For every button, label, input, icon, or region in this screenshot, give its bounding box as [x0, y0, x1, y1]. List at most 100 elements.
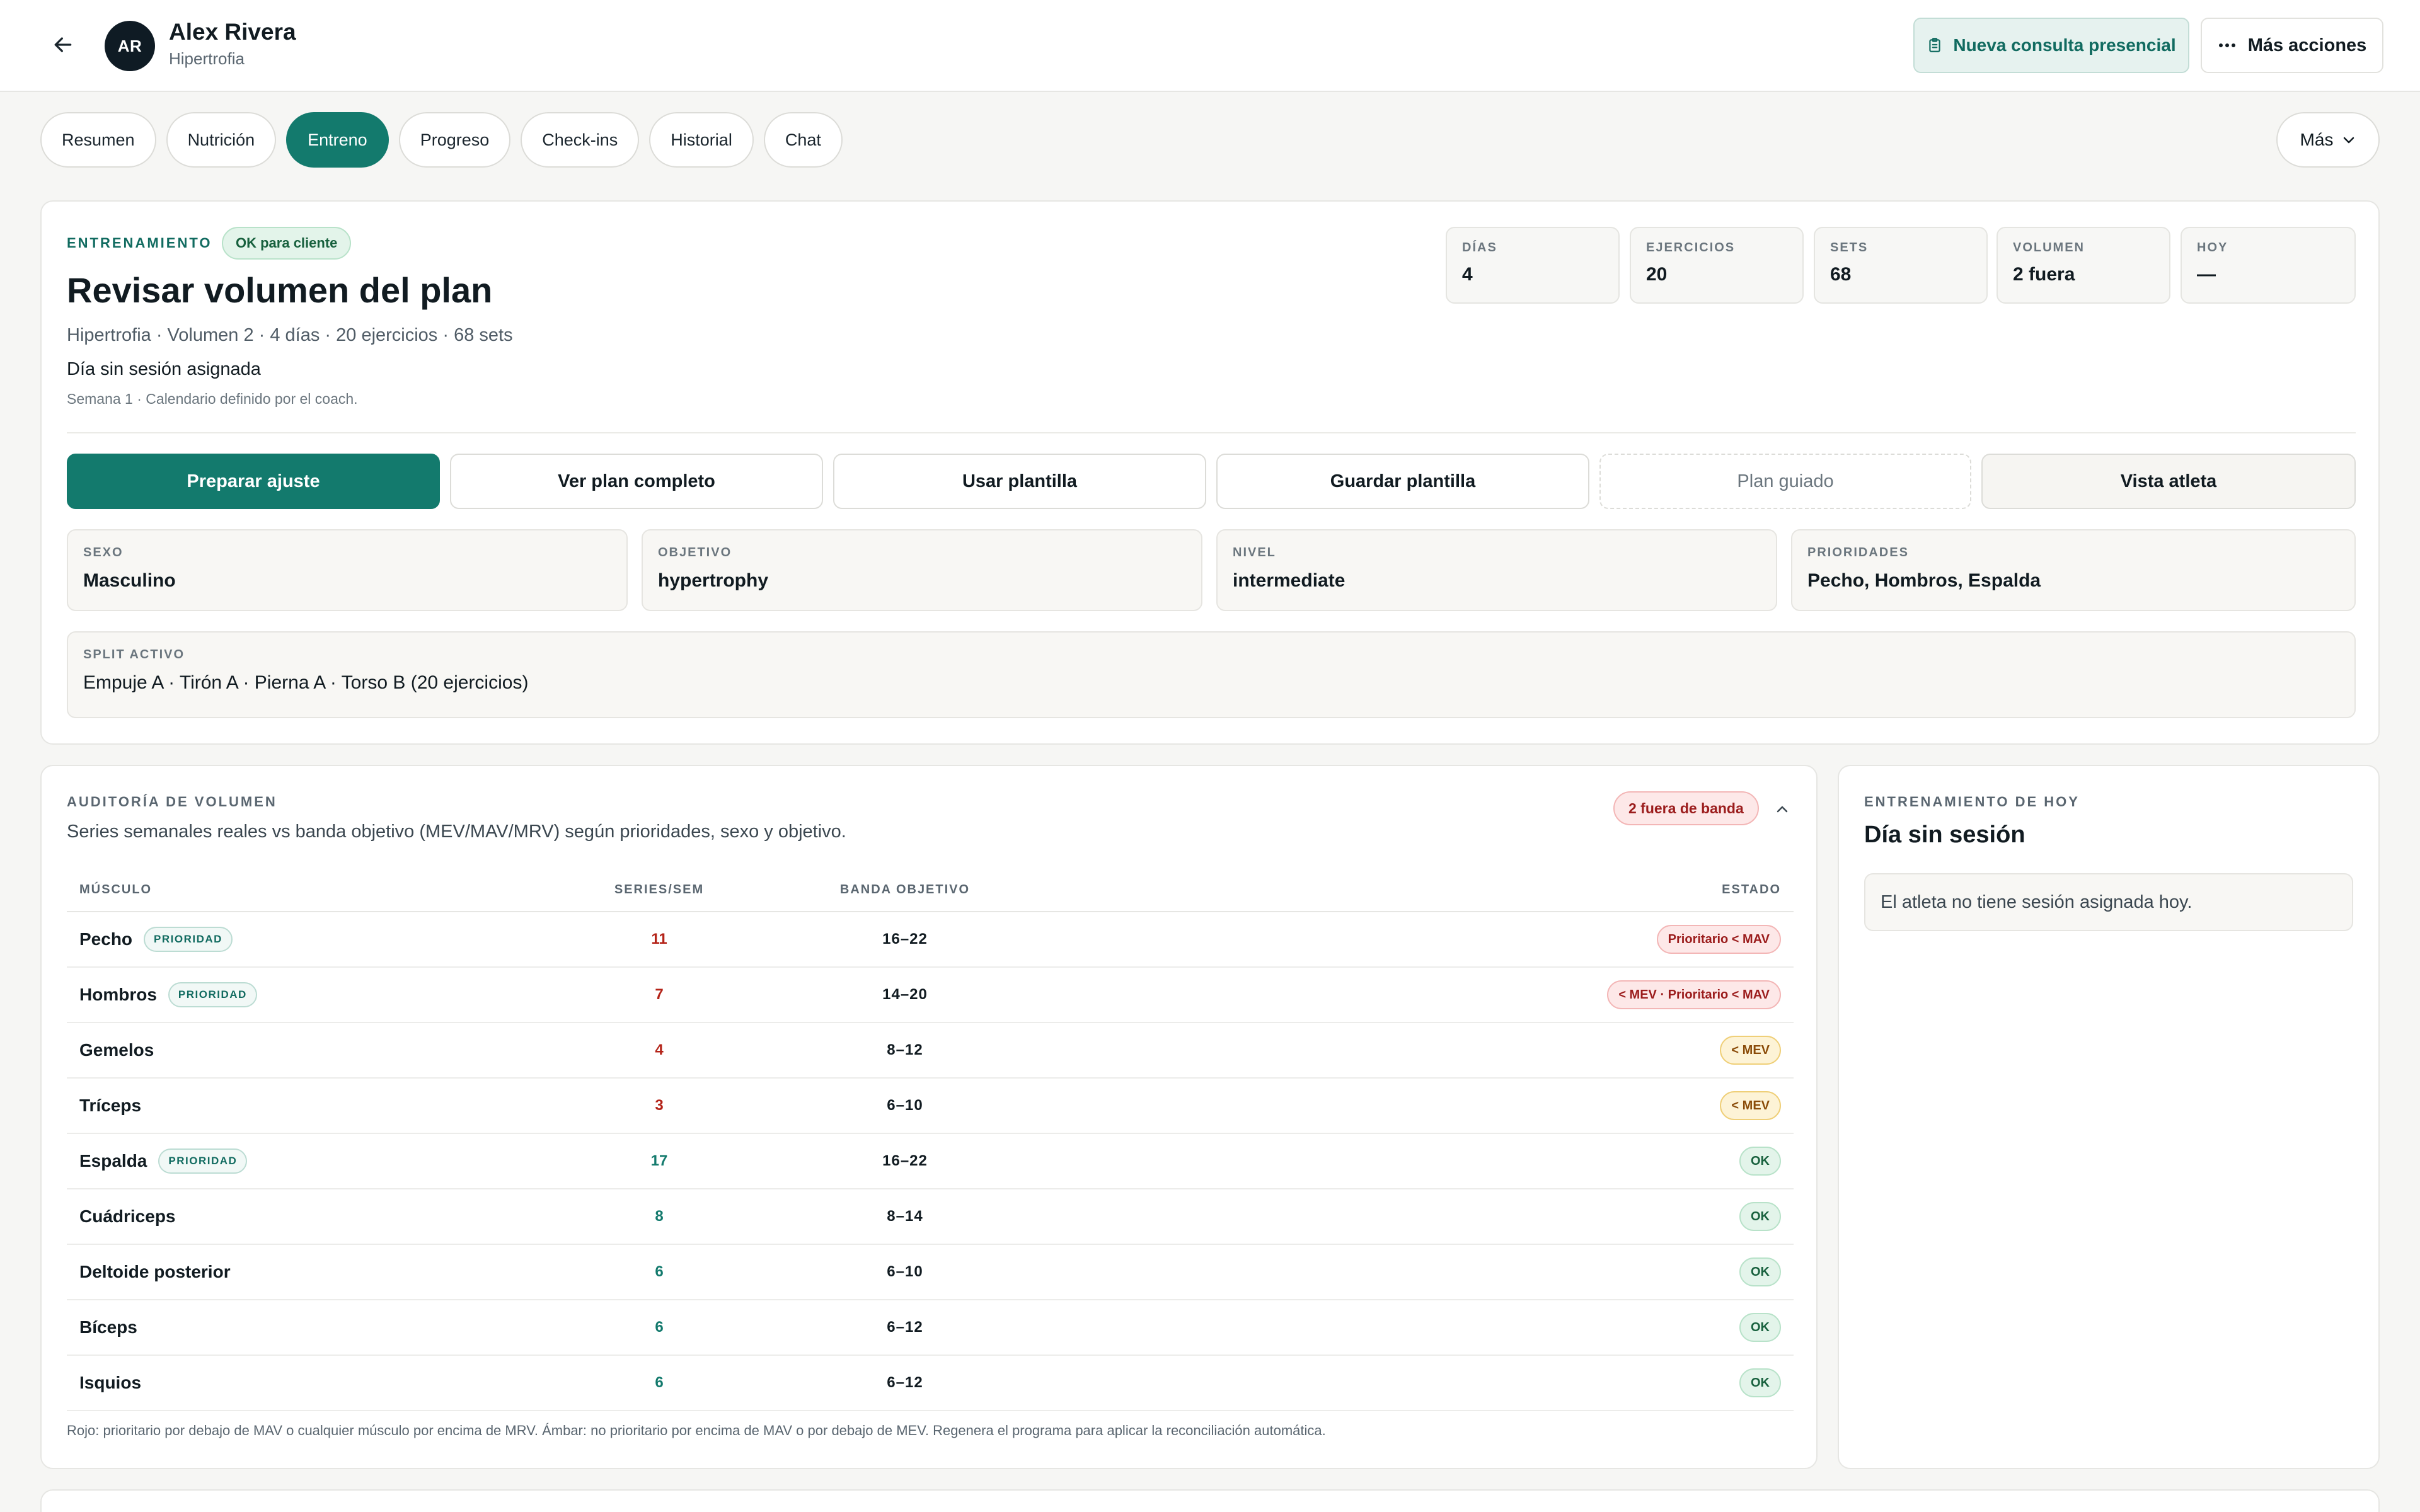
- tab-progreso[interactable]: Progreso: [398, 112, 511, 168]
- more-tabs-label: Más: [2300, 130, 2334, 149]
- volume-audit-card: Auditoría de volumen Series semanales re…: [40, 765, 1818, 1469]
- tab-entreno[interactable]: Entreno: [286, 112, 389, 168]
- band-value: 6–10: [887, 1263, 923, 1280]
- cell-band: 6–10: [760, 1263, 1050, 1281]
- column-header-state: Estado: [1722, 882, 1781, 896]
- view-full-plan-button[interactable]: Ver plan completo: [450, 454, 823, 509]
- field-active-split: Split activo Empuje A · Tirón A · Pierna…: [67, 631, 2356, 718]
- state-badge: OK: [1739, 1257, 1781, 1286]
- band-value: 6–12: [887, 1374, 923, 1391]
- use-template-button[interactable]: Usar plantilla: [833, 454, 1206, 509]
- cell-series: 4: [558, 1041, 760, 1059]
- stat-label: Ejercicios: [1646, 241, 1736, 255]
- series-value: 8: [655, 1208, 664, 1225]
- chevron-up-icon[interactable]: [1771, 798, 1794, 820]
- tab-nutricion[interactable]: Nutrición: [166, 112, 277, 168]
- series-value: 7: [655, 986, 664, 1003]
- cell-state: < MEV: [1050, 1091, 1794, 1120]
- table-body: Pecho Prioridad 11 16–22 Prioritario < MAV Ho…: [67, 912, 1794, 1411]
- band-value: 8–14: [887, 1208, 923, 1225]
- muscle-name: Hombros: [79, 985, 157, 1004]
- volume-table: Músculo Series/sem Banda objetivo Estado…: [67, 868, 1794, 1411]
- more-actions-label: Más acciones: [2247, 35, 2367, 55]
- cell-series: 6: [558, 1374, 760, 1392]
- table-row: Deltoide posterior 6 6–10 OK: [67, 1245, 1794, 1300]
- stat-value: 20: [1646, 264, 1668, 285]
- tab-resumen[interactable]: Resumen: [40, 112, 156, 168]
- band-value: 16–22: [882, 931, 928, 948]
- cell-band: 6–10: [760, 1097, 1050, 1114]
- today-training-card: Entrenamiento de hoy Día sin sesión El a…: [1838, 765, 2380, 1469]
- table-row: Pecho Prioridad 11 16–22 Prioritario < MAV: [67, 912, 1794, 968]
- state-badge: < MEV · Prioritario < MAV: [1607, 980, 1781, 1009]
- plan-day-status: Día sin sesión asignada: [67, 359, 261, 379]
- state-badge: OK: [1739, 1147, 1781, 1176]
- cell-muscle: Tríceps: [67, 1096, 558, 1116]
- guided-plan-button[interactable]: Plan guiado: [1599, 454, 1971, 509]
- tab-check-ins[interactable]: Check-ins: [521, 112, 640, 168]
- cell-muscle: Hombros Prioridad: [67, 982, 558, 1007]
- tab-historial[interactable]: Historial: [649, 112, 754, 168]
- table-row: Hombros Prioridad 7 14–20 < MEV · Prioritari…: [67, 968, 1794, 1023]
- muscle-name: Bíceps: [79, 1317, 137, 1337]
- client-name: Alex Rivera: [169, 19, 296, 45]
- series-value: 6: [655, 1374, 664, 1391]
- today-eyebrow: Entrenamiento de hoy: [1864, 794, 2080, 810]
- stat-today: Hoy —: [2181, 227, 2356, 304]
- field-label: Sexo: [83, 546, 124, 559]
- cell-state: < MEV · Prioritario < MAV: [1050, 980, 1794, 1009]
- cell-band: 8–14: [760, 1208, 1050, 1225]
- cell-state: OK: [1050, 1368, 1794, 1397]
- field-priorities: Prioridades Pecho, Hombros, Espalda: [1791, 529, 2356, 611]
- more-actions-button[interactable]: Más acciones: [2201, 18, 2383, 73]
- more-tabs-dropdown[interactable]: Más: [2276, 112, 2380, 168]
- priority-badge: Prioridad: [144, 927, 233, 952]
- cell-state: OK: [1050, 1313, 1794, 1342]
- series-value: 17: [650, 1152, 668, 1169]
- stat-label: Días: [1462, 241, 1497, 255]
- cell-muscle: Bíceps: [67, 1317, 558, 1337]
- stat-volume: Volumen 2 fuera: [1997, 227, 2170, 304]
- muscle-name: Tríceps: [79, 1096, 142, 1115]
- status-badge: OK para cliente: [222, 227, 352, 260]
- band-value: 6–10: [887, 1097, 923, 1114]
- muscle-name: Deltoide posterior: [79, 1262, 231, 1281]
- stat-label: Hoy: [2197, 241, 2228, 255]
- stat-days: Días 4: [1446, 227, 1620, 304]
- field-label: Nivel: [1233, 546, 1276, 559]
- series-value: 6: [655, 1319, 664, 1336]
- muscle-name: Gemelos: [79, 1040, 154, 1060]
- state-badge: < MEV: [1720, 1091, 1781, 1120]
- stat-value: 2 fuera: [2013, 264, 2075, 285]
- back-arrow-icon[interactable]: [44, 29, 82, 60]
- field-label: Split activo: [83, 648, 185, 662]
- series-value: 4: [655, 1041, 664, 1058]
- new-consultation-button[interactable]: Nueva consulta presencial: [1913, 18, 2189, 73]
- page-title: Revisar volumen del plan: [67, 270, 493, 310]
- table-header: Músculo Series/sem Banda objetivo Estado: [67, 868, 1794, 912]
- stat-value: 68: [1830, 264, 1852, 285]
- column-header-series: Series/sem: [614, 882, 705, 896]
- cell-series: 17: [558, 1152, 760, 1170]
- state-badge: OK: [1739, 1313, 1781, 1342]
- athlete-view-button[interactable]: Vista atleta: [1981, 454, 2356, 509]
- avatar: AR: [105, 21, 155, 71]
- muscle-name: Isquios: [79, 1373, 142, 1392]
- field-level: Nivel intermediate: [1216, 529, 1777, 611]
- column-header-muscle: Músculo: [79, 882, 153, 896]
- tab-chat[interactable]: Chat: [763, 112, 843, 168]
- field-value: Pecho, Hombros, Espalda: [1807, 570, 2041, 591]
- table-row: Tríceps 3 6–10 < MEV: [67, 1079, 1794, 1134]
- cell-muscle: Espalda Prioridad: [67, 1148, 558, 1174]
- clipboard-icon: [1929, 38, 1941, 52]
- save-template-button[interactable]: Guardar plantilla: [1216, 454, 1589, 509]
- table-row: Gemelos 4 8–12 < MEV: [67, 1023, 1794, 1079]
- cell-series: 6: [558, 1263, 760, 1281]
- band-value: 16–22: [882, 1152, 928, 1169]
- cell-muscle: Pecho Prioridad: [67, 927, 558, 952]
- chevron-down-icon: [2344, 137, 2354, 144]
- cell-band: 14–20: [760, 986, 1050, 1004]
- prepare-adjustment-button[interactable]: Preparar ajuste: [67, 454, 440, 509]
- priority-badge: Prioridad: [158, 1148, 248, 1174]
- field-value: Masculino: [83, 570, 176, 591]
